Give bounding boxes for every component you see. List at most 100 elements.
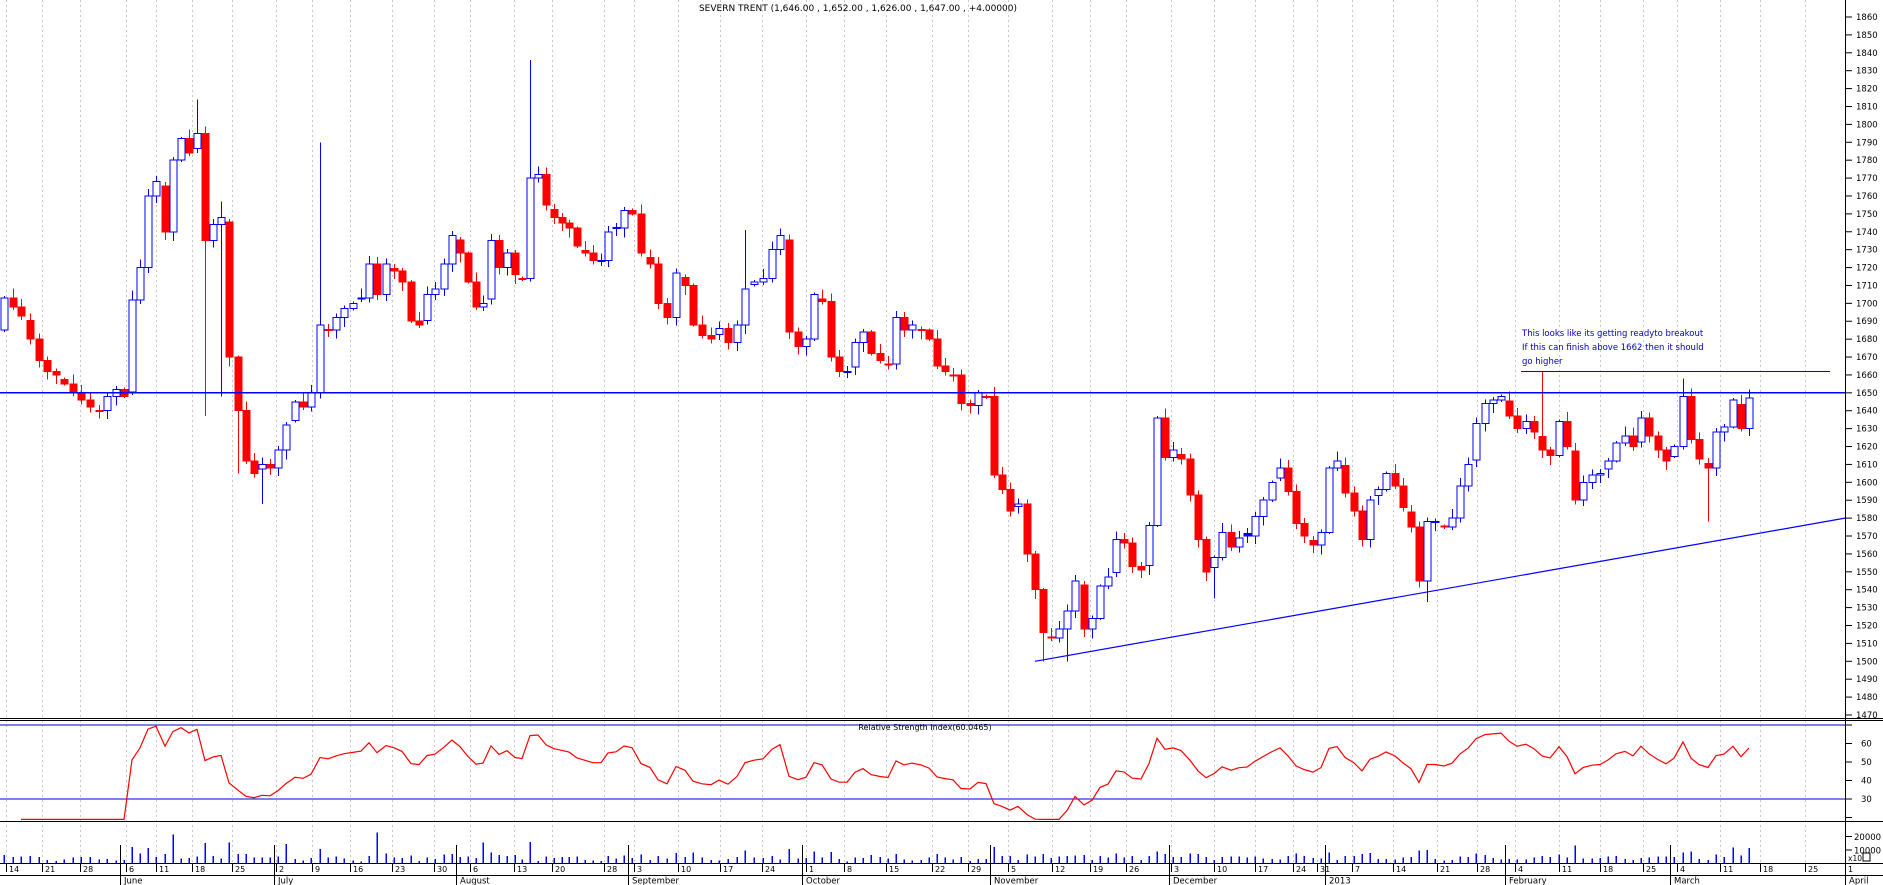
candle-body xyxy=(1040,590,1047,633)
volume-bar xyxy=(1542,856,1544,864)
candle-body xyxy=(742,289,749,325)
week-tick-label: 20 xyxy=(555,865,565,874)
candle-body xyxy=(1646,418,1653,436)
volume-bar xyxy=(961,857,963,863)
price-tick-label: 1470 xyxy=(1856,711,1878,721)
volume-bar xyxy=(1378,859,1380,864)
volume-bar xyxy=(763,858,765,864)
candle-body xyxy=(129,300,136,392)
candle-body xyxy=(1342,465,1349,493)
candle-body xyxy=(690,285,697,324)
volume-bar xyxy=(56,861,58,864)
week-tick-label: 22 xyxy=(935,865,945,874)
volume-bar xyxy=(64,860,66,864)
volume-bar xyxy=(1633,860,1635,864)
volume-bar xyxy=(1501,859,1503,863)
candle-body xyxy=(78,393,85,400)
volume-bar xyxy=(278,857,280,864)
week-tick-label: 24 xyxy=(1296,865,1306,874)
candle-body xyxy=(27,320,34,339)
volume-bar xyxy=(1354,856,1356,863)
volume-bar xyxy=(880,857,882,864)
volume-bar xyxy=(1741,856,1743,864)
candle-body xyxy=(819,299,826,302)
candle-body xyxy=(1424,522,1431,581)
candle-body xyxy=(44,361,51,372)
volume-bar xyxy=(685,857,687,864)
volume-bar xyxy=(386,854,388,864)
volume-bar xyxy=(945,857,947,863)
week-tick-label: 3 xyxy=(1174,865,1179,874)
candle-body xyxy=(292,402,299,421)
candle-body xyxy=(36,339,43,360)
volume-bar xyxy=(311,858,313,864)
candle-body xyxy=(416,321,423,325)
candle-body xyxy=(877,353,884,360)
chart-surface[interactable]: 1421286111825291623306132028310172418152… xyxy=(0,0,1883,885)
candle-body xyxy=(1285,468,1292,491)
volume-bar xyxy=(99,859,101,863)
candle-body xyxy=(1032,554,1039,590)
candle-body xyxy=(1260,500,1267,516)
candle-body xyxy=(1705,464,1712,468)
annotation-line-3: go higher xyxy=(1522,357,1563,367)
candle-body xyxy=(1473,423,1480,460)
chart-window: 1421286111825291623306132028310172418152… xyxy=(0,0,1883,885)
week-tick-label: 21 xyxy=(45,865,55,874)
candle-body xyxy=(1318,532,1325,545)
candle-body xyxy=(1746,398,1753,428)
candle-body xyxy=(1277,468,1284,478)
candle-body xyxy=(186,139,193,153)
volume-bar xyxy=(336,857,338,864)
volume-bar xyxy=(632,858,634,864)
candle-body xyxy=(1663,450,1670,461)
volume-bar xyxy=(1321,859,1323,864)
week-tick-label: 19 xyxy=(1093,865,1103,874)
candle-body xyxy=(682,277,689,285)
volume-bar xyxy=(189,858,191,863)
candle-body xyxy=(527,178,534,278)
volume-bar xyxy=(1460,857,1462,864)
week-tick-label: 6 xyxy=(473,865,478,874)
volume-bar xyxy=(452,854,454,864)
candle-body xyxy=(104,396,111,410)
price-tick-label: 1590 xyxy=(1856,496,1878,506)
candle-body xyxy=(1187,459,1194,495)
price-tick-label: 1520 xyxy=(1856,621,1878,631)
volume-bar xyxy=(831,852,833,864)
volume-bar xyxy=(1616,856,1618,863)
candle-body xyxy=(893,318,900,365)
candle-body xyxy=(96,411,103,412)
candle-body xyxy=(836,357,843,371)
candle-body xyxy=(61,379,68,383)
candle-body xyxy=(1359,511,1366,540)
candle-body xyxy=(1113,540,1120,573)
candle-body xyxy=(1015,504,1022,507)
candles-layer xyxy=(1,60,1753,661)
candle-body xyxy=(202,133,209,240)
volume-bar xyxy=(970,861,972,863)
volume-bar xyxy=(530,842,532,864)
candle-body xyxy=(638,214,645,253)
week-tick-label: 14 xyxy=(9,865,19,874)
week-tick-label: 29 xyxy=(971,865,981,874)
volume-bar xyxy=(904,860,906,864)
candle-body xyxy=(1580,482,1587,500)
candle-body xyxy=(769,250,776,279)
volume-bar xyxy=(608,856,610,863)
volume-bar xyxy=(1666,856,1668,863)
price-tick-label: 1780 xyxy=(1856,156,1878,166)
volume-bar xyxy=(562,857,564,863)
candle-body xyxy=(734,325,741,343)
week-tick-label: 25 xyxy=(235,865,245,874)
candle-body xyxy=(1056,629,1063,638)
week-tick-label: 15 xyxy=(889,865,899,874)
volume-bar xyxy=(353,860,355,863)
candle-body xyxy=(275,450,282,468)
week-tick-label: 2 xyxy=(279,865,284,874)
volume-bar xyxy=(1435,859,1437,863)
volume-bar xyxy=(806,858,808,864)
candle-body xyxy=(664,303,671,317)
candle-body xyxy=(1671,447,1678,457)
volume-bar xyxy=(585,860,587,863)
